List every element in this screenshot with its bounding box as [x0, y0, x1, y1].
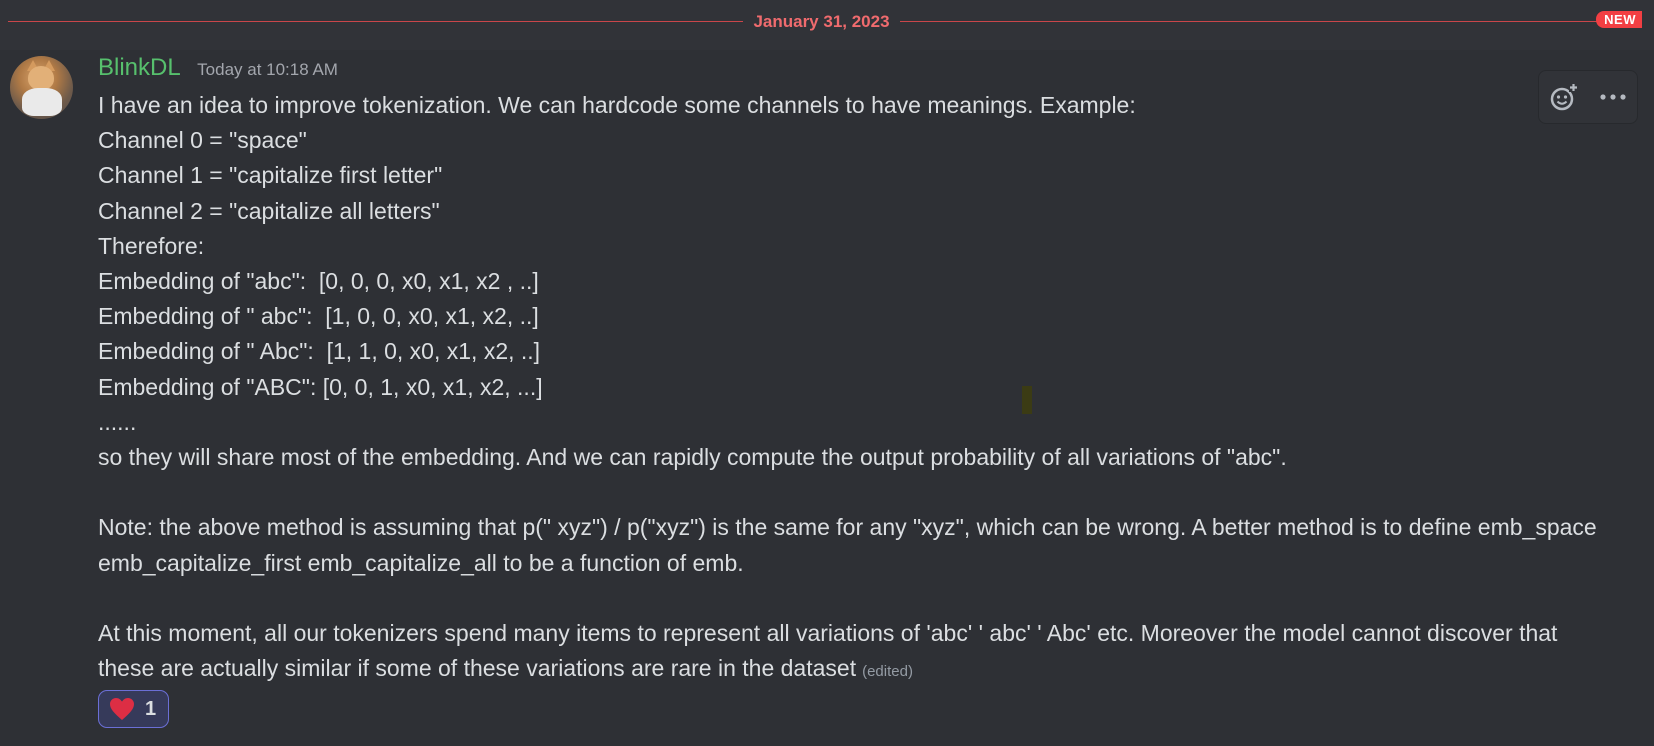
message-line: Channel 0 = "space"	[98, 127, 307, 154]
chat-message[interactable]: BlinkDL Today at 10:18 AM I have an idea…	[0, 50, 1654, 746]
message-line: Note: the above method is assuming that …	[98, 514, 1597, 576]
add-reaction-icon	[1550, 83, 1578, 111]
date-divider: January 31, 2023 NEW	[8, 10, 1642, 34]
text-cursor-mark	[1022, 386, 1032, 414]
new-messages-badge[interactable]: NEW	[1596, 11, 1642, 28]
message-toolbar	[1538, 70, 1638, 124]
message-line: Channel 2 = "capitalize all letters"	[98, 197, 440, 224]
message-line: so they will share most of the embedding…	[98, 444, 1287, 471]
add-reaction-button[interactable]	[1545, 78, 1583, 116]
message-header: BlinkDL Today at 10:18 AM	[98, 54, 338, 84]
message-line: ......	[98, 408, 137, 435]
divider-line-right	[900, 21, 1612, 22]
avatar[interactable]	[10, 56, 73, 119]
message-content: I have an idea to improve tokenization. …	[98, 88, 1598, 689]
author-name[interactable]: BlinkDL	[98, 54, 181, 81]
divider-date: January 31, 2023	[753, 12, 890, 31]
heart-icon	[110, 698, 134, 720]
message-line: I have an idea to improve tokenization. …	[98, 92, 1136, 118]
message-line: Embedding of "abc": [0, 0, 0, x0, x1, x2…	[98, 268, 539, 295]
avatar-face	[28, 66, 54, 90]
message-line: Channel 1 = "capitalize first letter"	[98, 162, 443, 189]
reaction-button[interactable]: 1	[98, 690, 170, 728]
message-last-line: At this moment, all our tokenizers spend…	[98, 616, 1598, 689]
message-line: Embedding of " Abc": [1, 1, 0, x0, x1, x…	[98, 338, 541, 365]
message-timestamp[interactable]: Today at 10:18 AM	[197, 60, 338, 79]
chat-page: January 31, 2023 NEW BlinkDL Today at 10…	[0, 0, 1654, 746]
more-options-button[interactable]	[1594, 78, 1632, 116]
reaction-count: 1	[145, 697, 157, 720]
avatar-body	[22, 88, 62, 116]
edited-label: (edited)	[862, 663, 913, 681]
message-line: Embedding of "ABC": [0, 0, 1, x0, x1, x2…	[98, 373, 543, 400]
more-options-icon	[1599, 94, 1626, 100]
message-line: Embedding of " abc": [1, 0, 0, x0, x1, x…	[98, 303, 539, 330]
message-line-text: At this moment, all our tokenizers spend…	[98, 620, 1558, 682]
message-line: Therefore:	[98, 232, 205, 259]
